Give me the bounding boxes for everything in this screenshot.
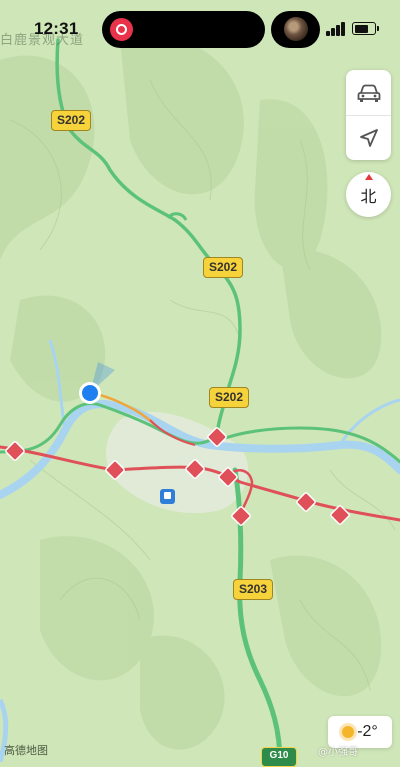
map-logo: 高德地图 xyxy=(4,744,48,757)
road-badge-s202: S202 xyxy=(209,387,250,408)
road-badge-g10: G10 xyxy=(261,747,297,767)
traffic-mode-button[interactable] xyxy=(346,70,391,116)
album-art-icon xyxy=(284,17,308,41)
watermark: @小强哥 xyxy=(318,747,358,758)
cellular-signal-icon xyxy=(326,22,346,36)
dynamic-island[interactable] xyxy=(102,11,265,48)
now-playing-pill[interactable] xyxy=(271,11,320,48)
battery-icon xyxy=(352,22,379,35)
music-app-icon xyxy=(110,18,133,41)
status-time: 12:31 xyxy=(34,19,79,38)
sun-icon xyxy=(342,726,355,738)
car-icon xyxy=(357,84,380,102)
status-bar: 12:31 xyxy=(0,0,400,60)
compass-label: 北 xyxy=(360,186,377,206)
road-badge-s202: S202 xyxy=(203,257,244,278)
navigation-arrow-icon xyxy=(359,128,378,147)
road-badge-s203: S203 xyxy=(233,579,274,600)
locate-button[interactable] xyxy=(346,115,391,160)
compass-button[interactable]: 北 xyxy=(346,172,391,217)
map-control-panel xyxy=(346,70,391,160)
road-badge-s202: S202 xyxy=(51,110,92,131)
temperature: -2° xyxy=(357,723,378,740)
